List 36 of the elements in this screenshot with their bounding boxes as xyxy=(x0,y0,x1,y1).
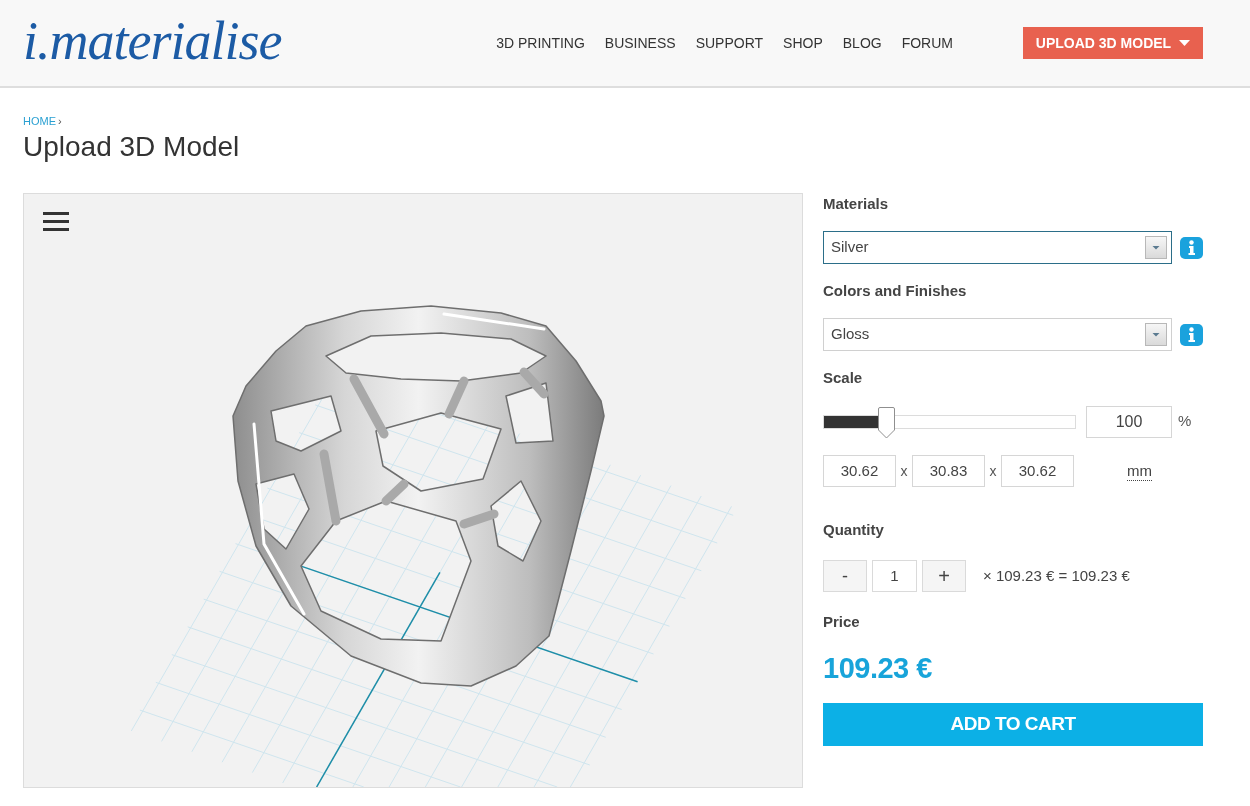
nav-link[interactable]: BUSINESS xyxy=(604,32,676,54)
menu-icon[interactable] xyxy=(43,212,69,232)
caret-icon[interactable] xyxy=(1145,236,1167,259)
finish-select[interactable]: Gloss xyxy=(823,318,1172,351)
info-icon[interactable] xyxy=(1180,323,1203,346)
caret-icon[interactable] xyxy=(1145,323,1167,346)
dimension-separator: x xyxy=(899,461,909,481)
nav-link[interactable]: FORUM xyxy=(901,32,953,54)
field-label: Quantity xyxy=(823,520,885,540)
quantity-field[interactable]: 1 xyxy=(872,560,917,592)
dimension-field[interactable]: 30.62 xyxy=(823,455,896,487)
quantity-total: × 109.23 € = 109.23 € xyxy=(983,565,1130,586)
unit-label: mm xyxy=(1127,461,1152,481)
field-label: Price xyxy=(823,612,861,632)
logo[interactable]: i.materialise xyxy=(23,11,282,71)
field-label: Scale xyxy=(823,368,864,388)
page-title: Upload 3D Model xyxy=(23,130,241,164)
field-label: Colors and Finishes xyxy=(823,281,968,301)
dimension-field[interactable]: 30.83 xyxy=(912,455,985,487)
breadcrumb-separator: › xyxy=(58,114,62,128)
price-value: 109.23 € xyxy=(823,651,933,686)
decrement-button[interactable]: - xyxy=(823,560,867,592)
dimension-separator: x xyxy=(988,461,998,481)
percent-unit: % xyxy=(1178,411,1192,432)
caret-icon xyxy=(1179,40,1191,46)
nav-link[interactable]: 3D PRINTING xyxy=(496,32,585,54)
nav-link[interactable]: SUPPORT xyxy=(695,32,764,54)
info-icon[interactable] xyxy=(1180,236,1203,259)
field-label: Materials xyxy=(823,194,890,214)
nav-link[interactable]: BLOG xyxy=(842,32,882,54)
increment-button[interactable]: + xyxy=(922,560,966,592)
slider-thumb[interactable] xyxy=(877,406,895,439)
nav-link[interactable]: SHOP xyxy=(783,32,823,54)
dimension-field[interactable]: 30.62 xyxy=(1001,455,1074,487)
material-select[interactable]: Silver xyxy=(823,231,1172,264)
scale-percent-field[interactable]: 100 xyxy=(1086,405,1172,438)
